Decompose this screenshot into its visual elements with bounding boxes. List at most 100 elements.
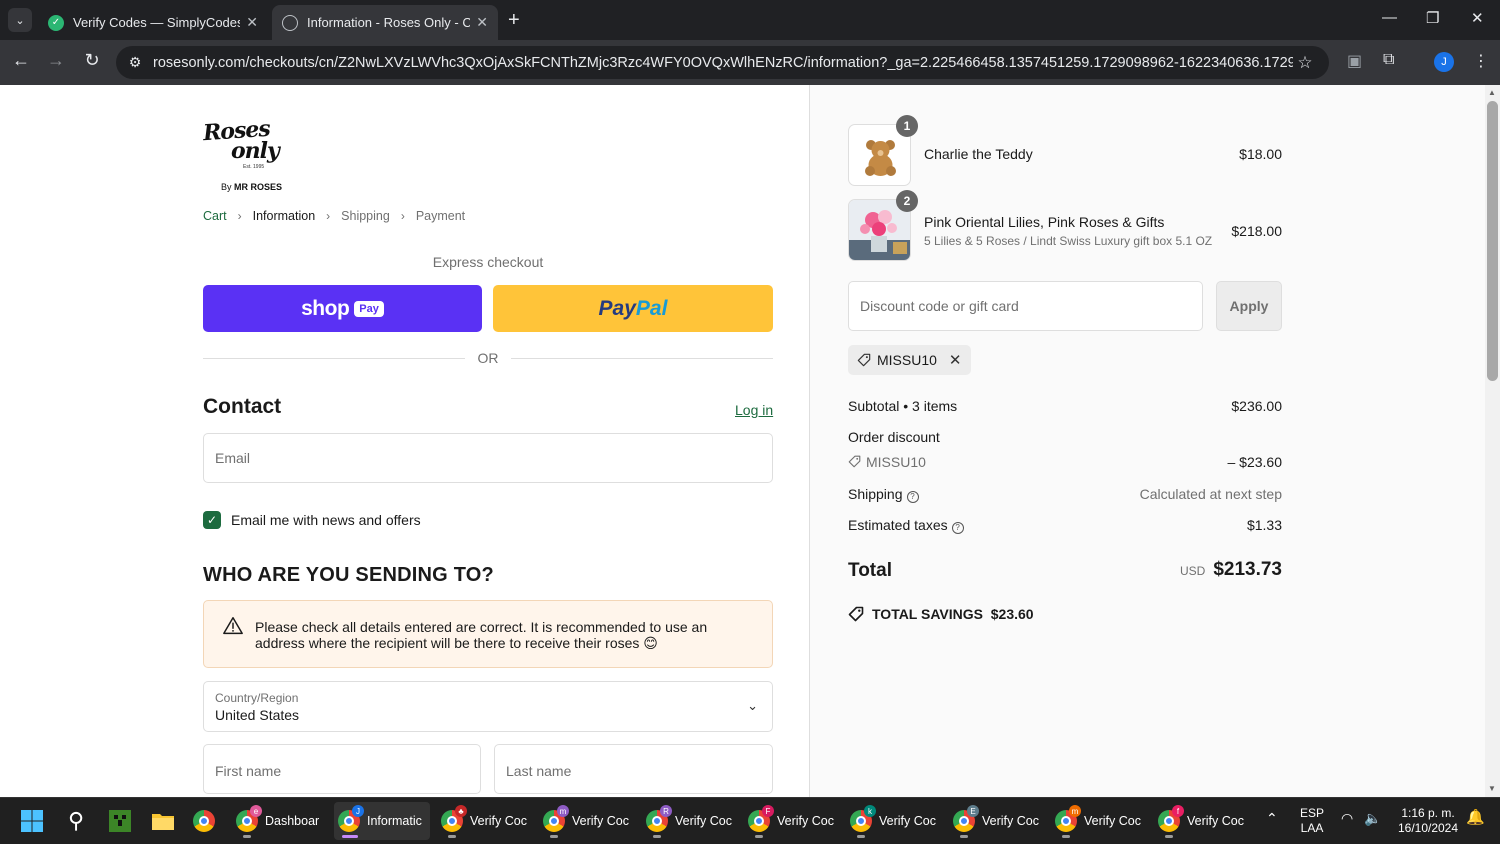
reload-icon[interactable]: ↻ (80, 50, 104, 71)
chevron-up-icon[interactable]: ⌃ (1266, 811, 1278, 826)
breadcrumb-cart[interactable]: Cart (203, 209, 227, 223)
chrome-icon[interactable] (187, 802, 223, 840)
taskbar-chrome-window[interactable]: f Verify Coc (1154, 802, 1250, 840)
last-name-field[interactable]: Last name (494, 744, 773, 794)
newsletter-option[interactable]: ✓ Email me with news and offers (203, 511, 421, 529)
back-icon[interactable]: ← (9, 50, 33, 71)
running-indicator (1062, 835, 1070, 838)
email-field[interactable]: Email (203, 433, 773, 483)
applied-code: MISSU10 (877, 352, 937, 368)
scroll-down-icon[interactable]: ▼ (1488, 784, 1496, 793)
chrome-icon: R (646, 805, 672, 832)
profile-avatar[interactable]: J (1434, 52, 1454, 72)
new-tab-button[interactable]: + (508, 8, 520, 32)
help-icon[interactable]: ? (951, 522, 964, 534)
clock[interactable]: 1:16 p. m. 16/10/2024 (1396, 806, 1460, 836)
total-value: $213.73 (1213, 559, 1282, 580)
extensions-puzzle-icon[interactable]: ⧉ (1383, 51, 1394, 69)
wifi-icon[interactable]: ◠ (1341, 811, 1353, 826)
chrome-logo-icon (192, 810, 215, 832)
taskbar-chrome-window[interactable]: m Verify Coc (1051, 802, 1147, 840)
savings-label: TOTAL SAVINGS (872, 606, 983, 622)
bookmark-star-icon[interactable]: ☆ (1293, 53, 1317, 73)
country-select[interactable]: Country/Region United States ⌄ (203, 681, 773, 732)
quantity-badge: 2 (896, 190, 918, 212)
taskbar-chrome-window[interactable]: m Verify Coc (539, 802, 635, 840)
paypal-button[interactable]: Pay Pal (493, 285, 773, 332)
tab-search-button[interactable]: ⌄ (8, 8, 32, 32)
taskbar-chrome-window[interactable]: R Verify Coc (642, 802, 738, 840)
profile-badge: E (967, 805, 979, 817)
savings-value: $23.60 (990, 606, 1034, 622)
help-icon[interactable]: ? (906, 491, 919, 503)
chrome-icon: E (953, 805, 979, 832)
first-name-field[interactable]: First name (203, 744, 481, 794)
scroll-up-icon[interactable]: ▲ (1488, 88, 1496, 97)
or-text: OR (477, 350, 499, 366)
taskbar-window-label: Verify Coc (982, 814, 1039, 828)
notification-icon[interactable]: 🔔 (1466, 810, 1485, 825)
profile-badge: e (250, 805, 262, 817)
scrollbar-thumb[interactable] (1487, 101, 1498, 381)
taskbar-window-label: Verify Coc (675, 814, 732, 828)
tab-simplycodes[interactable]: ✓ Verify Codes — SimplyCodes ✕ (38, 5, 268, 40)
globe-icon (282, 14, 298, 31)
page-scrollbar[interactable]: ▲ ▼ (1485, 85, 1500, 797)
clock-date: 16/10/2024 (1397, 821, 1459, 835)
browser-menu-icon[interactable]: ⋮ (1473, 51, 1489, 71)
url-text[interactable]: rosesonly.com/checkouts/cn/Z2NwLXVzLWVhc… (153, 55, 1293, 71)
order-summary: 1 Charlie the Teddy $18.00 2 Pink Orient… (809, 85, 1485, 797)
login-link[interactable]: Log in (735, 402, 773, 418)
taskbar-chrome-window[interactable]: k Verify Coc (846, 802, 942, 840)
apply-discount-button[interactable]: Apply (1216, 281, 1282, 331)
taskbar-chrome-window[interactable]: e Dashboar (232, 802, 328, 840)
discount-code-input[interactable]: Discount code or gift card (848, 281, 1203, 331)
express-checkout-label: Express checkout (432, 254, 544, 270)
taskbar-window-label: Verify Coc (572, 814, 629, 828)
order-discount-row: Order discount (848, 429, 1282, 445)
applied-discount-chip: MISSU10 ✕ (848, 345, 971, 375)
taskbar-chrome-window[interactable]: E Verify Coc (949, 802, 1045, 840)
window-close-button[interactable]: ✕ (1471, 9, 1484, 27)
site-info-icon[interactable]: ⚙ (124, 54, 146, 71)
chrome-icon: k (850, 805, 876, 832)
tag-icon (848, 606, 864, 622)
chevron-right-icon: › (326, 209, 331, 223)
taxes-row: Estimated taxes? $1.33 (848, 517, 1282, 534)
quantity-badge: 1 (896, 115, 918, 137)
currency-code: USD (1179, 564, 1206, 578)
newsletter-checkbox[interactable]: ✓ (203, 511, 221, 529)
taskbar-chrome-window[interactable]: J Informatic (334, 802, 430, 840)
tab-checkout[interactable]: Information - Roses Only - Checkout ✕ (272, 5, 498, 40)
profile-badge: m (1069, 805, 1081, 817)
forward-icon[interactable]: → (44, 50, 68, 71)
tab-title: Information - Roses Only - Checkout (307, 15, 471, 30)
tab-title: Verify Codes — SimplyCodes (73, 15, 241, 30)
close-icon[interactable]: ✕ (476, 14, 488, 31)
discount-placeholder: Discount code or gift card (860, 298, 1019, 314)
close-icon[interactable]: ✕ (246, 14, 258, 31)
breadcrumb: Cart › Information › Shipping › Payment (203, 209, 465, 223)
running-indicator (857, 835, 865, 838)
remove-discount-icon[interactable]: ✕ (949, 351, 962, 369)
order-discount-value: – $23.60 (1227, 454, 1283, 470)
extension-icon[interactable]: ▣ (1347, 51, 1362, 71)
search-icon[interactable]: ⚲ (58, 802, 94, 840)
address-bar[interactable]: ⚙ rosesonly.com/checkouts/cn/Z2NwLXVzLWV… (116, 46, 1329, 79)
language-indicator[interactable]: ESP LAA (1300, 806, 1324, 836)
volume-icon[interactable]: 🔈 (1364, 811, 1381, 826)
shop-pay-button[interactable]: shop Pay (203, 285, 482, 332)
restore-button[interactable]: ❐ (1426, 9, 1439, 27)
roses-only-logo[interactable]: Roses only Est. 1995 By MR ROSES (202, 116, 303, 193)
minimize-button[interactable]: — (1382, 9, 1397, 26)
item-name: Charlie the Teddy (924, 146, 1033, 162)
cart-item: 1 Charlie the Teddy $18.00 (848, 115, 1282, 186)
start-button[interactable] (12, 802, 52, 840)
taskbar-chrome-window[interactable]: F Verify Coc (744, 802, 840, 840)
newsletter-label[interactable]: Email me with news and offers (231, 512, 421, 528)
tag-icon (848, 455, 861, 468)
minecraft-icon[interactable] (102, 802, 138, 840)
taskbar-chrome-window[interactable]: ♣ Verify Coc (437, 802, 533, 840)
file-explorer-icon[interactable] (145, 802, 181, 840)
taskbar-window-label: Verify Coc (1187, 814, 1244, 828)
